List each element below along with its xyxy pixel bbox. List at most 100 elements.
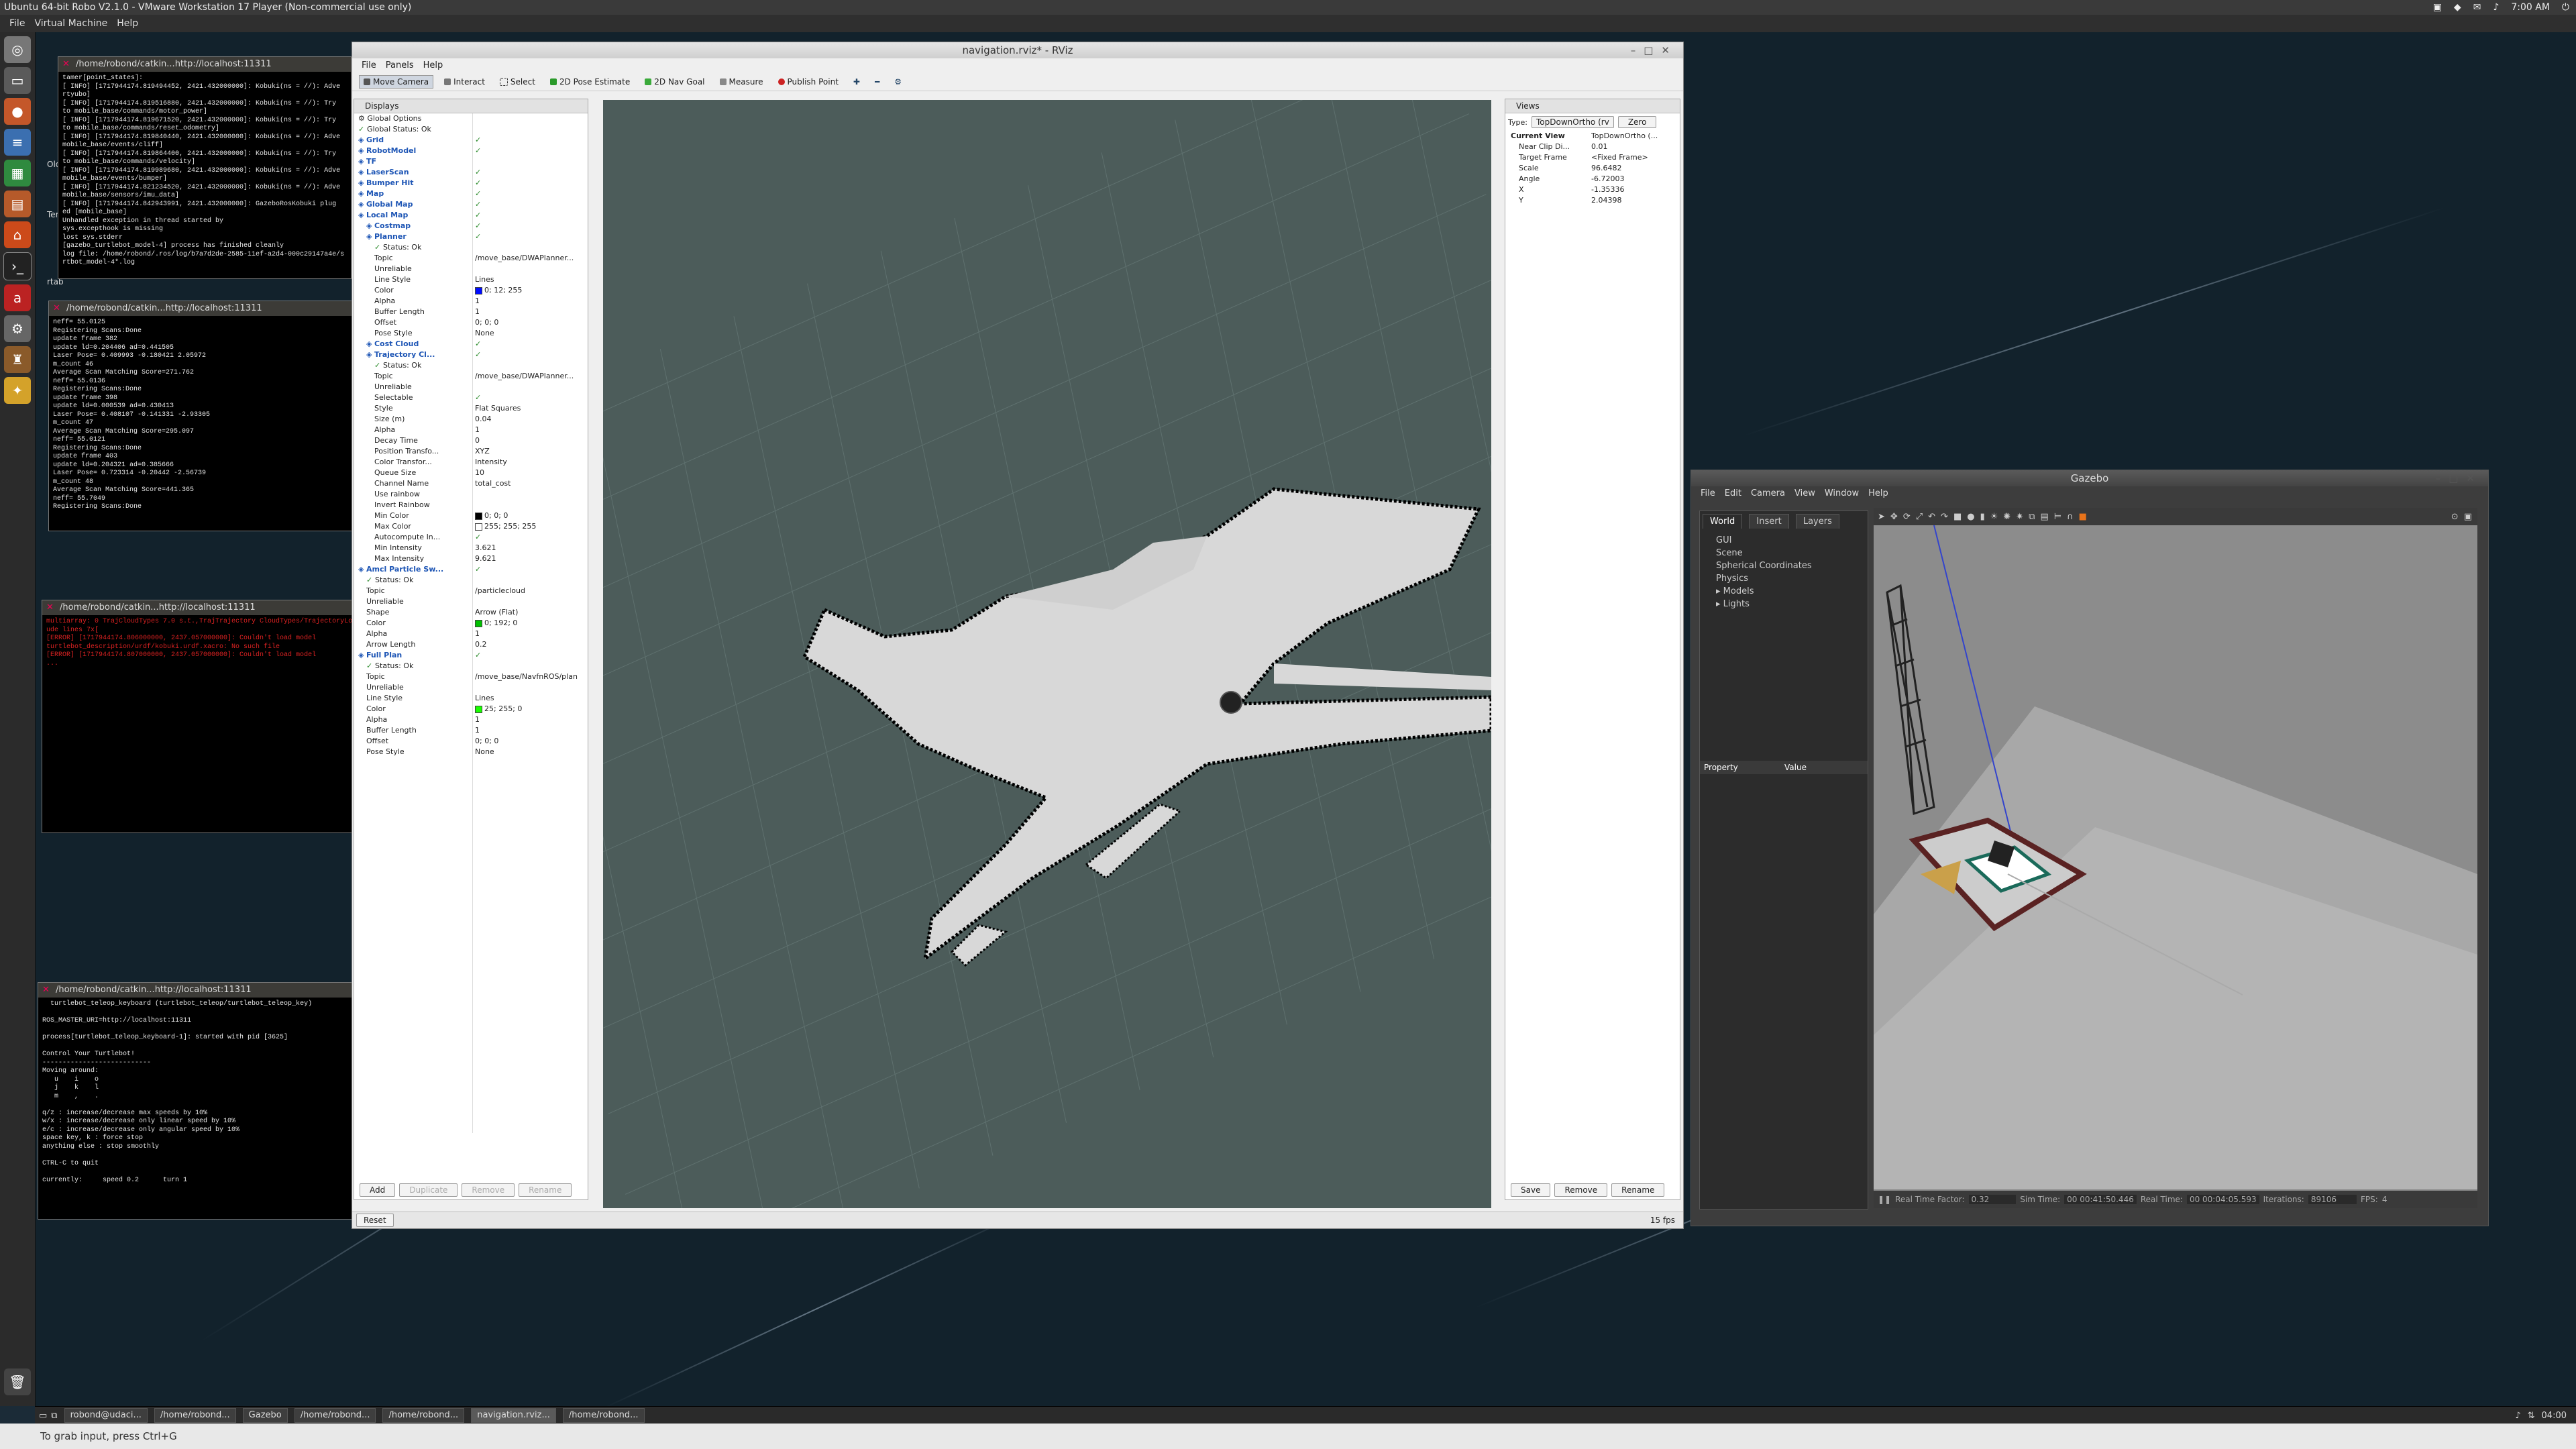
property-value[interactable]: Intensity (475, 457, 586, 468)
property-value[interactable]: 9.621 (475, 553, 586, 564)
terminal-window-gmapping[interactable]: /home/robond/catkin...http://localhost:1… (48, 301, 353, 531)
gz-menu-window[interactable]: Window (1825, 486, 1859, 501)
display-tree-row[interactable]: Unreliable (354, 264, 588, 274)
gazebo-3d-scene[interactable]: ➤ ✥ ⟳ ⤢ ↶ ↷ ■ ● ▮ ☀ ✺ ✷ ⧉ ▤ ⊨ ∩ ■ ⊙ ▣ ❚❚… (1874, 508, 2477, 1208)
property-value[interactable]: ✓ (475, 564, 586, 575)
display-tree-row[interactable]: Unreliable (354, 382, 588, 392)
paste-icon[interactable]: ▤ (2041, 512, 2049, 522)
display-tree-row[interactable]: Topic/move_base/DWAPlanner... (354, 371, 588, 382)
property-value[interactable]: XYZ (475, 446, 586, 457)
property-value[interactable]: 1 (475, 725, 586, 736)
rviz-menu-help[interactable]: Help (423, 58, 443, 73)
orange-tool-icon[interactable]: ■ (2079, 512, 2087, 522)
display-tree-row[interactable]: Invert Rainbow (354, 500, 588, 511)
vm-menu-help[interactable]: Help (117, 18, 138, 29)
rename-display-button[interactable]: Rename (519, 1183, 572, 1197)
tab-insert[interactable]: Insert (1749, 514, 1789, 529)
property-value[interactable]: ✓ (475, 231, 586, 242)
display-tree-row[interactable]: Buffer Length 1 (354, 307, 588, 317)
terminal-window-errors[interactable]: /home/robond/catkin...http://localhost:1… (42, 600, 353, 833)
display-tree-row[interactable]: ◈ Cost Cloud ✓ (354, 339, 588, 350)
display-tree-row[interactable]: Color 0; 192; 0 (354, 618, 588, 629)
display-tree-row[interactable]: Pose Style None (354, 747, 588, 757)
add-display-button[interactable]: Add (360, 1183, 396, 1197)
property-value[interactable]: ✓ (475, 350, 586, 360)
display-tree-row[interactable]: Line Style Lines (354, 693, 588, 704)
property-value[interactable]: ✓ (475, 189, 586, 199)
display-tree-row[interactable]: ◈ Map ✓ (354, 189, 588, 199)
display-tree-row[interactable]: Style Flat Squares (354, 403, 588, 414)
property-value[interactable]: Lines (475, 274, 586, 285)
property-value[interactable]: 0; 0; 0 (475, 736, 586, 747)
property-value[interactable]: 3.621 (475, 543, 586, 553)
property-value[interactable]: None (475, 747, 586, 757)
world-item-scene[interactable]: Scene (1716, 547, 1851, 559)
display-tree-row[interactable]: Position Transfo... XYZ (354, 446, 588, 457)
display-tree-row[interactable]: Queue Size 10 (354, 468, 588, 478)
sphere-icon[interactable]: ● (1967, 512, 1974, 522)
property-value[interactable]: 0; 192; 0 (475, 618, 586, 629)
cylinder-icon[interactable]: ▮ (1980, 512, 1985, 522)
rviz-menu-file[interactable]: File (362, 58, 376, 73)
world-item-physics[interactable]: Physics (1716, 572, 1851, 585)
property-value[interactable]: total_cost (475, 478, 586, 489)
display-tree-row[interactable]: Max Intensity 9.621 (354, 553, 588, 564)
property-value[interactable]: /move_base/DWAPlanner... (475, 253, 586, 264)
display-tree-row[interactable]: ✓ Status: Ok (354, 242, 588, 253)
task-item[interactable]: robond@udaci... (64, 1408, 148, 1423)
display-tree-row[interactable]: ✓ Status: Ok (354, 661, 588, 672)
display-tree-row[interactable]: Topic/move_base/DWAPlanner... (354, 253, 588, 264)
property-value[interactable]: 0; 0; 0 (475, 511, 586, 521)
property-value[interactable]: 1 (475, 296, 586, 307)
display-tree-row[interactable]: ◈ Global Map ✓ (354, 199, 588, 210)
property-value[interactable]: 1 (475, 307, 586, 317)
save-view-button[interactable]: Save (1511, 1183, 1551, 1197)
vm-menu-file[interactable]: File (9, 18, 25, 29)
display-tree-row[interactable]: ✓ Global Status: Ok (354, 124, 588, 135)
mail-icon[interactable]: ✉ (2473, 0, 2481, 15)
display-tree-row[interactable]: Topic/particlecloud (354, 586, 588, 596)
view-property-row[interactable]: Near Clip Di... 0.01 (1505, 142, 1680, 152)
rviz-title-bar[interactable]: navigation.rviz* - RViz –□✕ (352, 42, 1683, 58)
gazebo-title-bar[interactable]: Gazebo –□✕ (1691, 470, 2488, 486)
record-icon[interactable]: ▣ (2464, 512, 2472, 522)
view-property-row[interactable]: Angle -6.72003 (1505, 174, 1680, 184)
terminal-window-teleop[interactable]: /home/robond/catkin...http://localhost:1… (38, 982, 353, 1220)
copy-icon[interactable]: ⧉ (2029, 512, 2035, 522)
view-property-row[interactable]: Current View TopDownOrtho (... (1505, 131, 1680, 142)
property-value[interactable]: ✓ (475, 167, 586, 178)
display-tree-row[interactable]: ◈ TF (354, 156, 588, 167)
view-properties[interactable]: Current View TopDownOrtho (... Near Clip D… (1505, 131, 1680, 206)
task-item[interactable]: Gazebo (242, 1408, 288, 1423)
display-tree-row[interactable]: Shape Arrow (Flat) (354, 607, 588, 618)
property-value[interactable]: ✓ (475, 532, 586, 543)
world-item-lights[interactable]: ▸ Lights (1716, 598, 1851, 610)
property-value[interactable]: /move_base/NavfnROS/plan (475, 672, 586, 682)
display-tree-row[interactable]: Max Color 255; 255; 255 (354, 521, 588, 532)
tab-layers[interactable]: Layers (1795, 514, 1839, 529)
display-tree[interactable]: ⚙ Global Options ✓ Global Status: Ok ◈ Gri… (354, 113, 588, 1133)
display-tree-row[interactable]: Offset 0; 0; 0 (354, 317, 588, 328)
remove-tool-button[interactable]: ━ (871, 76, 883, 88)
property-value[interactable]: /particlecloud (475, 586, 586, 596)
property-value[interactable]: 1 (475, 425, 586, 435)
display-tree-row[interactable]: Min Color 0; 0; 0 (354, 511, 588, 521)
display-tree-row[interactable]: ✓ Status: Ok (354, 575, 588, 586)
trash-icon[interactable]: 🗑 (4, 1368, 31, 1395)
display-tree-row[interactable]: Pose Style None (354, 328, 588, 339)
align-icon[interactable]: ⊨ (2054, 512, 2061, 522)
tab-world[interactable]: World (1703, 514, 1743, 529)
tool-2d-pose-estimate[interactable]: 2D Pose Estimate (546, 76, 634, 88)
software-center-icon[interactable]: ⌂ (4, 221, 31, 248)
world-item-gui[interactable]: GUI (1716, 534, 1851, 547)
display-tree-row[interactable]: Color 25; 255; 0 (354, 704, 588, 714)
calc-icon[interactable]: ▦ (4, 160, 31, 186)
display-tree-row[interactable]: Decay Time 0 (354, 435, 588, 446)
gz-menu-view[interactable]: View (1794, 486, 1815, 501)
display-tree-row[interactable]: ◈ Trajectory Cl... ✓ (354, 350, 588, 360)
tool-move-camera[interactable]: Move Camera (359, 75, 434, 89)
display-tree-row[interactable]: Size (m) 0.04 (354, 414, 588, 425)
property-value[interactable]: 1 (475, 714, 586, 725)
display-tree-row[interactable]: ◈ Costmap ✓ (354, 221, 588, 231)
rviz-window[interactable]: navigation.rviz* - RViz –□✕ File Panels … (352, 42, 1684, 1229)
